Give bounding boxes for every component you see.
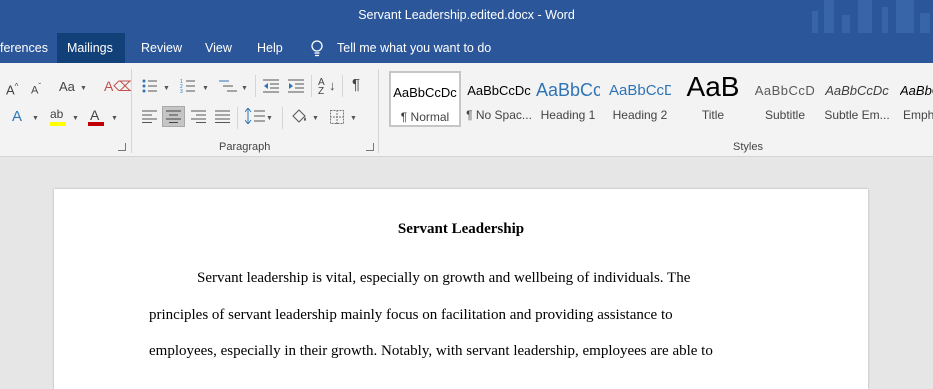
- font-dialog-launcher-icon[interactable]: [118, 143, 126, 151]
- show-paragraph-marks-icon[interactable]: ¶: [352, 77, 360, 92]
- style-name: ¶ No Spac...: [466, 108, 532, 122]
- font-color-bar: [88, 122, 104, 126]
- style-sample: AaBbCcDc: [393, 85, 457, 100]
- paragraph-line: Servant leadership is vital, especially …: [197, 270, 691, 286]
- style-sample: AaB: [686, 71, 740, 102]
- clear-formatting-icon[interactable]: A⌫: [104, 79, 133, 93]
- style-sample: AaBbCcD: [754, 83, 816, 98]
- chevron-down-icon[interactable]: ▼: [241, 85, 248, 92]
- style-sample: AaBbCc: [536, 80, 600, 100]
- styles-group-label: Styles: [733, 141, 763, 153]
- tab-mailings[interactable]: Mailings: [57, 33, 125, 63]
- ribbon: A^ Aˇ Aa ▼ A⌫ A ▼ ab ▼ A ▼ ▼ 1 2 3 ▼ ▼ A…: [0, 63, 933, 157]
- chevron-down-icon[interactable]: ▼: [163, 85, 170, 92]
- highlight-color-bar: [50, 122, 66, 126]
- style-normal[interactable]: AaBbCcDc ¶ Normal: [389, 71, 461, 127]
- style-subtitle[interactable]: AaBbCcD Subtitle: [752, 71, 818, 127]
- tab-view[interactable]: View: [195, 33, 242, 63]
- document-title: Servant Leadership: [397, 221, 525, 237]
- chevron-down-icon[interactable]: ▼: [350, 115, 357, 122]
- increase-indent-icon[interactable]: [288, 78, 304, 94]
- align-right-icon[interactable]: [191, 110, 206, 123]
- style-name: Subtitle: [764, 108, 806, 122]
- multilevel-list-icon[interactable]: [219, 78, 237, 94]
- group-divider: [131, 69, 132, 153]
- window-title: Servant Leadership.edited.docx - Word: [358, 8, 575, 22]
- style-name: Emph: [903, 108, 933, 122]
- chevron-down-icon[interactable]: ▼: [202, 85, 209, 92]
- svg-text:3: 3: [180, 89, 183, 94]
- bullets-icon[interactable]: [142, 78, 158, 94]
- button-divider: [255, 75, 256, 97]
- group-divider: [378, 69, 379, 153]
- button-divider: [342, 75, 343, 97]
- numbering-icon[interactable]: 1 2 3: [180, 78, 196, 94]
- line-spacing-icon[interactable]: [245, 108, 265, 124]
- style-name: Heading 2: [612, 108, 668, 122]
- tell-me-label: Tell me what you want to do: [337, 41, 492, 55]
- style-subtle-emphasis[interactable]: AaBbCcDc Subtle Em...: [822, 71, 892, 127]
- style-sample: AaBbCcDc: [900, 83, 933, 98]
- chevron-down-icon[interactable]: ▼: [72, 115, 79, 122]
- decrease-indent-icon[interactable]: [263, 78, 279, 94]
- tab-help[interactable]: Help: [247, 33, 293, 63]
- style-title[interactable]: AaB Title: [681, 71, 745, 127]
- highlight-icon[interactable]: ab: [50, 107, 63, 121]
- paragraph-line: principles of servant leadership mainly …: [149, 307, 673, 323]
- justify-icon[interactable]: [215, 110, 230, 123]
- style-emphasis[interactable]: AaBbCcDc Emph: [898, 71, 933, 127]
- style-name: Title: [701, 108, 725, 122]
- borders-icon[interactable]: [330, 110, 344, 124]
- title-bar-decoration: [808, 0, 933, 33]
- font-color-icon[interactable]: A: [90, 108, 99, 122]
- style-sample: AaBbCcDc: [825, 83, 889, 98]
- style-sample: AaBbCcDc: [467, 83, 531, 98]
- style-heading-1[interactable]: AaBbCc Heading 1: [536, 71, 600, 127]
- change-case-icon[interactable]: Aa: [59, 80, 75, 94]
- ribbon-tabs: ferences Mailings Review View Help Tell …: [0, 33, 933, 63]
- paragraph-line: employees, especially in their growth. N…: [149, 343, 713, 359]
- button-divider: [237, 107, 238, 129]
- style-sample: AaBbCcD: [609, 82, 671, 99]
- tab-references[interactable]: ferences: [0, 33, 58, 63]
- align-left-icon[interactable]: [142, 110, 157, 123]
- grow-font-icon[interactable]: A^: [6, 80, 18, 97]
- chevron-down-icon[interactable]: ▼: [111, 115, 118, 122]
- chevron-down-icon[interactable]: ▼: [266, 115, 273, 122]
- paragraph-group-label: Paragraph: [219, 141, 271, 153]
- paragraph-dialog-launcher-icon[interactable]: [366, 143, 374, 151]
- style-name: Heading 1: [540, 108, 596, 122]
- style-no-spacing[interactable]: AaBbCcDc ¶ No Spac...: [464, 71, 534, 127]
- title-bar: Servant Leadership.edited.docx - Word: [0, 0, 933, 33]
- style-name: Subtle Em...: [824, 108, 890, 122]
- shrink-font-icon[interactable]: Aˇ: [31, 80, 41, 98]
- sort-icon[interactable]: AZ: [318, 78, 325, 97]
- document-page[interactable]: Servant Leadership Servant leadership is…: [54, 189, 868, 389]
- chevron-down-icon[interactable]: ▼: [312, 115, 319, 122]
- button-divider: [311, 75, 312, 97]
- button-divider: [282, 107, 283, 129]
- text-effects-icon[interactable]: A: [12, 109, 22, 124]
- shading-icon[interactable]: [290, 108, 308, 124]
- style-name: ¶ Normal: [400, 110, 450, 124]
- align-center-icon: [166, 110, 181, 123]
- sort-arrow-icon: ↓: [329, 78, 336, 93]
- align-center-button[interactable]: [162, 106, 185, 127]
- chevron-down-icon[interactable]: ▼: [32, 115, 39, 122]
- style-heading-2[interactable]: AaBbCcD Heading 2: [609, 71, 671, 127]
- tab-review[interactable]: Review: [131, 33, 192, 63]
- chevron-down-icon[interactable]: ▼: [80, 85, 87, 92]
- lightbulb-icon: [311, 40, 323, 57]
